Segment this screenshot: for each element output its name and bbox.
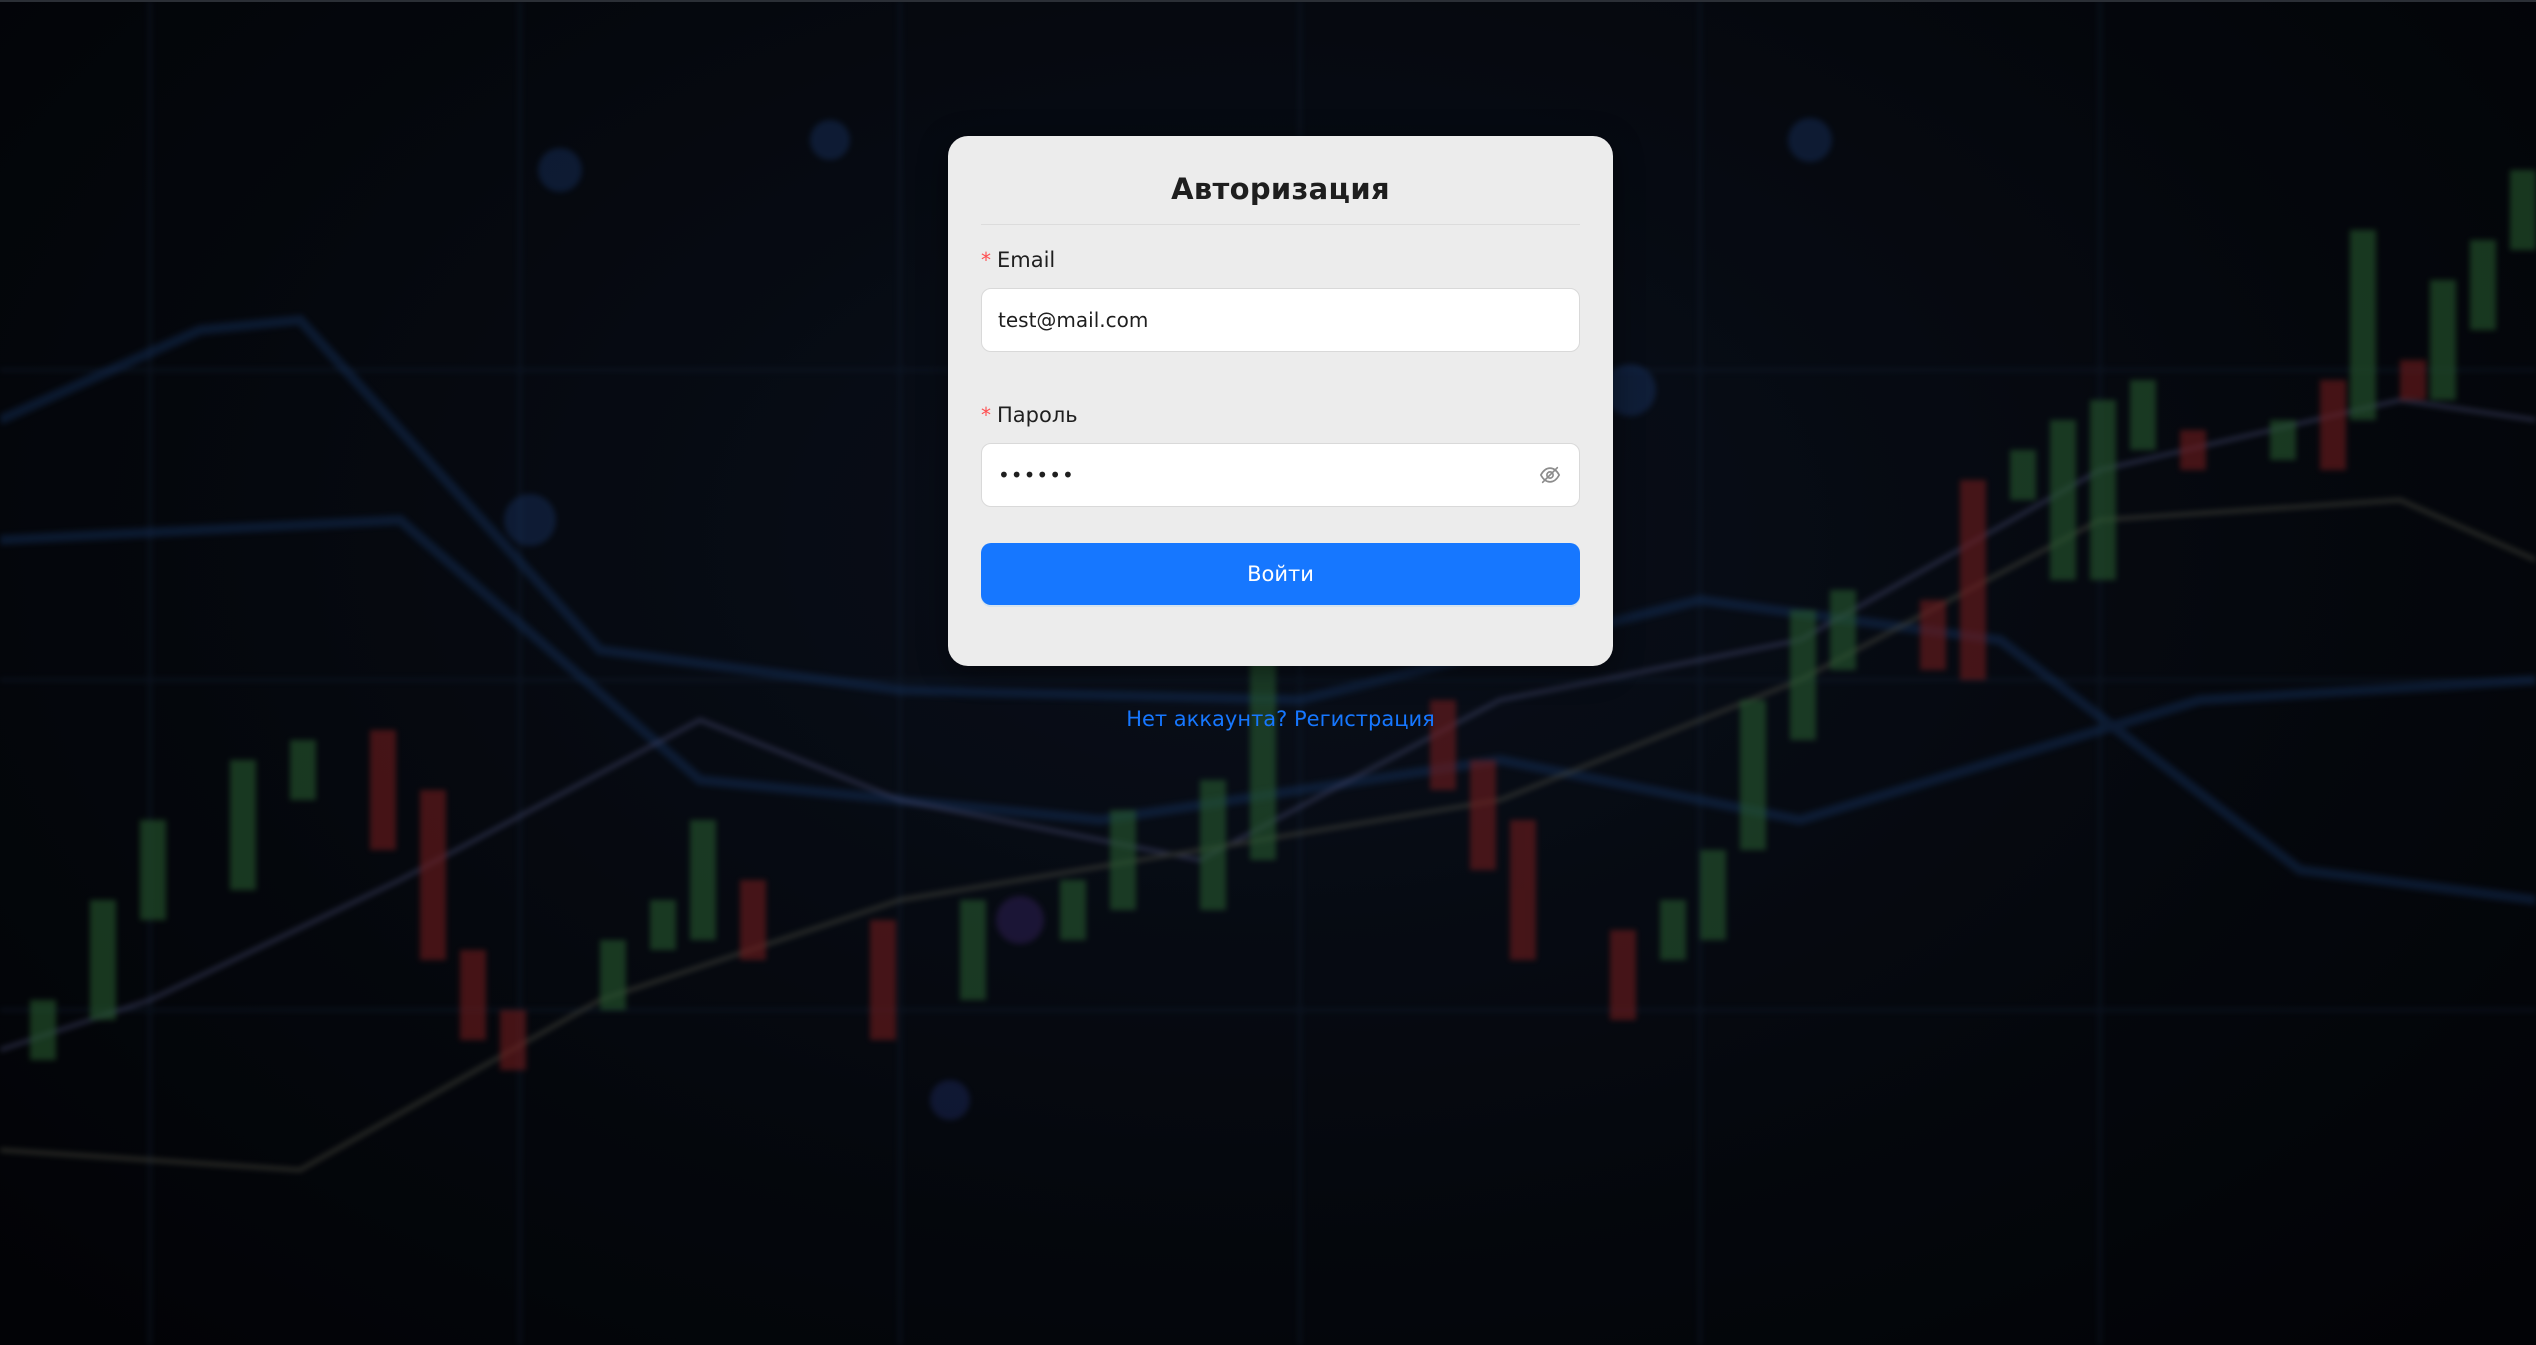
password-label: * Пароль: [981, 400, 1580, 430]
required-asterisk: *: [981, 248, 991, 272]
form-title: Авторизация: [1171, 172, 1390, 206]
password-input[interactable]: ••••••: [998, 463, 1537, 487]
required-asterisk: *: [981, 403, 991, 427]
email-label: * Email: [981, 245, 1580, 275]
email-field-wrapper: [981, 288, 1580, 352]
password-field[interactable]: ••••••: [981, 443, 1580, 507]
login-card: Авторизация * Email * Пароль •••••• Войт…: [948, 136, 1613, 666]
top-border: [0, 0, 2536, 2]
title-divider: [981, 224, 1580, 225]
register-link[interactable]: Нет аккаунта? Регистрация: [0, 707, 2536, 731]
eye-invisible-icon[interactable]: [1537, 462, 1563, 488]
email-input[interactable]: [998, 308, 1563, 332]
login-button[interactable]: Войти: [981, 543, 1580, 605]
login-page: Авторизация * Email * Пароль •••••• Войт…: [0, 0, 2536, 1345]
password-label-text: Пароль: [997, 403, 1078, 427]
email-label-text: Email: [997, 248, 1056, 272]
